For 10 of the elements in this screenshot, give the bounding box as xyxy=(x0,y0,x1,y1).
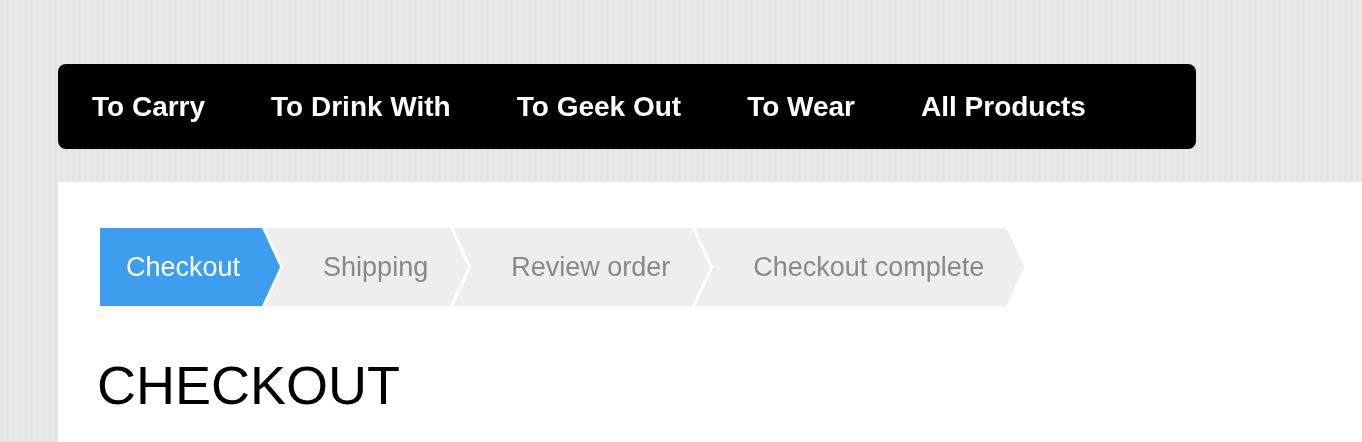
menu-link[interactable]: All Products xyxy=(921,90,1086,123)
checkout-step: Checkout xyxy=(100,228,281,306)
menu-link[interactable]: To Carry xyxy=(92,90,206,123)
menu-link[interactable]: To Wear xyxy=(747,90,855,123)
checkout-step: Shipping xyxy=(265,228,469,306)
menu-link[interactable]: To Geek Out xyxy=(516,90,682,123)
checkout-step: Review order xyxy=(453,228,711,306)
checkout-step: Checkout complete xyxy=(695,228,1025,306)
page-heading: CHECKOUT xyxy=(97,358,401,412)
menu-link[interactable]: To Drink With xyxy=(271,90,451,123)
